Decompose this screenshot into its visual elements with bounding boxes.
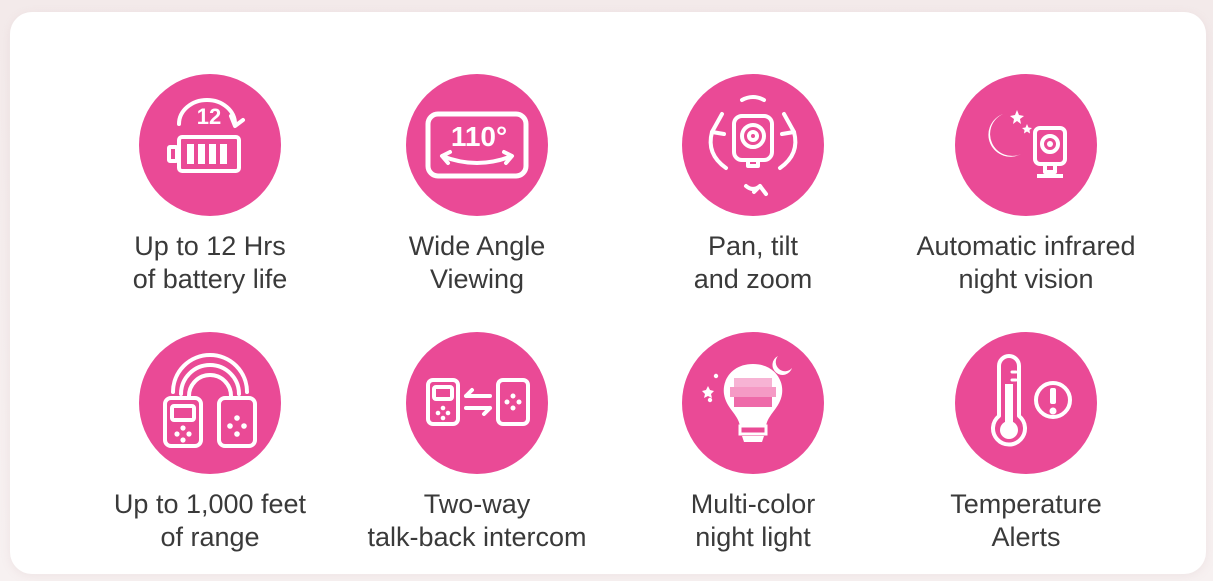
feature-label: Temperature Alerts: [896, 488, 1156, 554]
page-background: 12 Up to 12 Hrs of battery life 110° Wid…: [0, 0, 1213, 581]
feature-title: Multi-color: [690, 489, 816, 519]
feature-subtitle: of range: [160, 522, 260, 552]
feature-subtitle: night light: [695, 522, 811, 552]
feature-title: Up to 1,000 feet: [113, 489, 307, 519]
feature-night-light: Multi-color night light: [623, 332, 883, 554]
feature-title: Up to 12 Hrs: [134, 231, 286, 261]
feature-title: Wide Angle: [408, 231, 546, 261]
feature-label: Automatic infrared night vision: [896, 230, 1156, 296]
feature-intercom: Two-way talk-back intercom: [347, 332, 607, 554]
feature-label: Up to 12 Hrs of battery life: [80, 230, 340, 296]
feature-subtitle: and zoom: [693, 264, 813, 294]
thermometer-alert-icon: [955, 332, 1097, 474]
feature-label: Multi-color night light: [623, 488, 883, 554]
night-light-icon: [682, 332, 824, 474]
battery-icon: 12: [139, 74, 281, 216]
feature-subtitle: talk-back intercom: [367, 522, 587, 552]
feature-subtitle: Alerts: [991, 522, 1061, 552]
intercom-icon: [406, 332, 548, 474]
night-vision-icon: [955, 74, 1097, 216]
feature-range: Up to 1,000 feet of range: [80, 332, 340, 554]
feature-subtitle: Viewing: [429, 264, 525, 294]
pan-tilt-zoom-icon: [682, 74, 824, 216]
feature-temperature-alerts: Temperature Alerts: [896, 332, 1156, 554]
feature-title: Two-way: [423, 489, 531, 519]
range-icon: [139, 332, 281, 474]
wide-angle-icon: 110°: [406, 74, 548, 216]
feature-subtitle: of battery life: [132, 264, 288, 294]
feature-label: Wide Angle Viewing: [347, 230, 607, 296]
feature-title: Temperature: [950, 489, 1102, 519]
features-card: 12 Up to 12 Hrs of battery life 110° Wid…: [10, 12, 1206, 574]
feature-label: Up to 1,000 feet of range: [80, 488, 340, 554]
feature-night-vision: Automatic infrared night vision: [896, 74, 1156, 296]
feature-title: Automatic infrared: [916, 231, 1136, 261]
feature-label: Pan, tilt and zoom: [623, 230, 883, 296]
angle-text: 110°: [451, 121, 507, 152]
feature-wide-angle: 110° Wide Angle Viewing: [347, 74, 607, 296]
feature-subtitle: night vision: [958, 264, 1094, 294]
feature-battery: 12 Up to 12 Hrs of battery life: [80, 74, 340, 296]
battery-hours-text: 12: [197, 104, 221, 129]
feature-label: Two-way talk-back intercom: [347, 488, 607, 554]
feature-title: Pan, tilt: [707, 231, 799, 261]
feature-pan-tilt-zoom: Pan, tilt and zoom: [623, 74, 883, 296]
